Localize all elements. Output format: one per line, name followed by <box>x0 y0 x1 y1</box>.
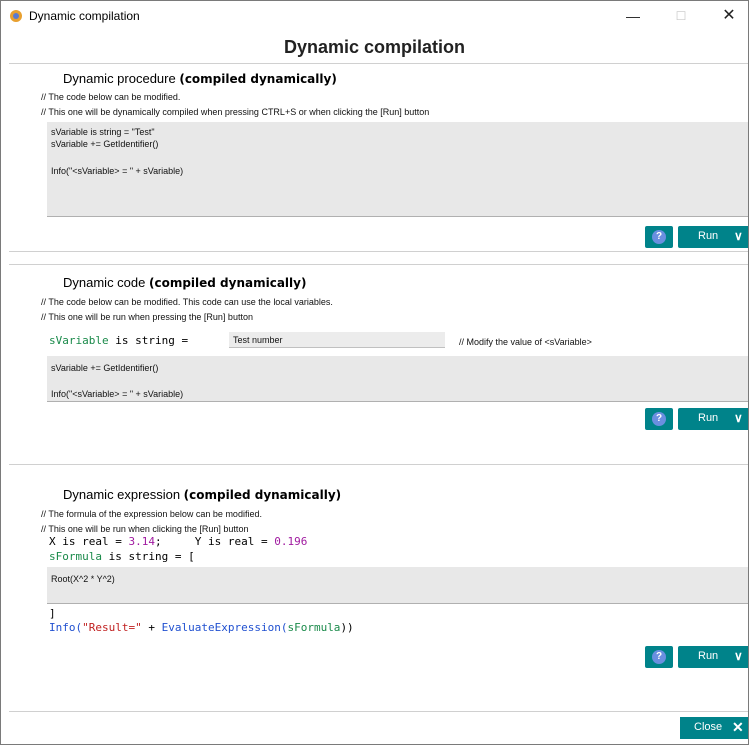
close-window-button[interactable]: ✕ <box>709 5 748 29</box>
procedure-code-editor[interactable]: sVariable is string = "Test" sVariable +… <box>47 122 748 217</box>
variable-declaration: sVariable is string = <box>49 334 195 347</box>
comment-line: // This one will be run when pressing th… <box>41 312 253 322</box>
page-title: Dynamic compilation <box>283 37 466 57</box>
minimize-button[interactable]: — <box>613 5 653 29</box>
section-title-procedure: Dynamic procedure (compiled dynamically) <box>63 71 337 86</box>
help-button[interactable]: ? <box>645 646 673 668</box>
maximize-button[interactable]: ☐ <box>661 5 701 29</box>
run-button[interactable]: Run ∨ <box>678 646 748 668</box>
close-bracket: ] <box>49 607 56 620</box>
formula-editor[interactable]: Root(X^2 * Y^2) <box>47 567 748 604</box>
code-line: Root(X^2 * Y^2) <box>51 574 115 584</box>
code-line: Info("<sVariable> = " + sVariable) <box>51 166 184 176</box>
section-divider <box>9 711 748 712</box>
section-divider <box>9 251 748 252</box>
chevron-down-icon[interactable]: ∨ <box>734 649 743 663</box>
close-button[interactable]: Close ✕ <box>680 717 748 739</box>
code-line: sVariable is string = "Test" <box>51 127 155 137</box>
comment-line: // This one will be dynamically compiled… <box>41 107 430 117</box>
xy-declaration: X is real = 3.14; Y is real = 0.196 <box>49 535 308 548</box>
comment-line: // The formula of the expression below c… <box>41 509 262 519</box>
run-button[interactable]: Run ∨ <box>678 226 748 248</box>
comment-line: // The code below can be modified. <box>41 92 181 102</box>
code-line: Info("<sVariable> = " + sVariable) <box>51 389 184 399</box>
section-divider <box>9 264 748 265</box>
section-title-expression: Dynamic expression (compiled dynamically… <box>63 487 342 502</box>
code-line: sVariable += GetIdentifier() <box>51 363 159 373</box>
formula-declaration: sFormula is string = [ <box>49 550 195 563</box>
close-icon: ✕ <box>732 719 744 735</box>
section-divider <box>9 464 748 465</box>
dialog-window: Dynamic compilation — ☐ ✕ Dynamic compil… <box>0 0 749 745</box>
window-title: Dynamic compilation <box>29 9 140 23</box>
help-button[interactable]: ? <box>645 226 673 248</box>
input-comment: // Modify the value of <sVariable> <box>459 337 592 347</box>
info-call: Info("Result=" + EvaluateExpression(sFor… <box>49 621 354 634</box>
help-icon: ? <box>652 650 666 664</box>
help-icon: ? <box>652 412 666 426</box>
code-line: sVariable += GetIdentifier() <box>51 139 159 149</box>
variable-value-input[interactable] <box>229 332 445 348</box>
comment-line: // This one will be run when clicking th… <box>41 524 249 534</box>
comment-line: // The code below can be modified. This … <box>41 297 333 307</box>
help-button[interactable]: ? <box>645 408 673 430</box>
section-divider <box>9 63 748 64</box>
section-title-code: Dynamic code (compiled dynamically) <box>63 275 307 290</box>
run-button[interactable]: Run ∨ <box>678 408 748 430</box>
dynamic-code-editor[interactable]: sVariable += GetIdentifier() Info("<sVar… <box>47 356 748 402</box>
title-bar[interactable]: Dynamic compilation — ☐ ✕ <box>1 1 748 31</box>
app-icon <box>10 10 22 22</box>
chevron-down-icon[interactable]: ∨ <box>734 411 743 425</box>
help-icon: ? <box>652 230 666 244</box>
chevron-down-icon[interactable]: ∨ <box>734 229 743 243</box>
